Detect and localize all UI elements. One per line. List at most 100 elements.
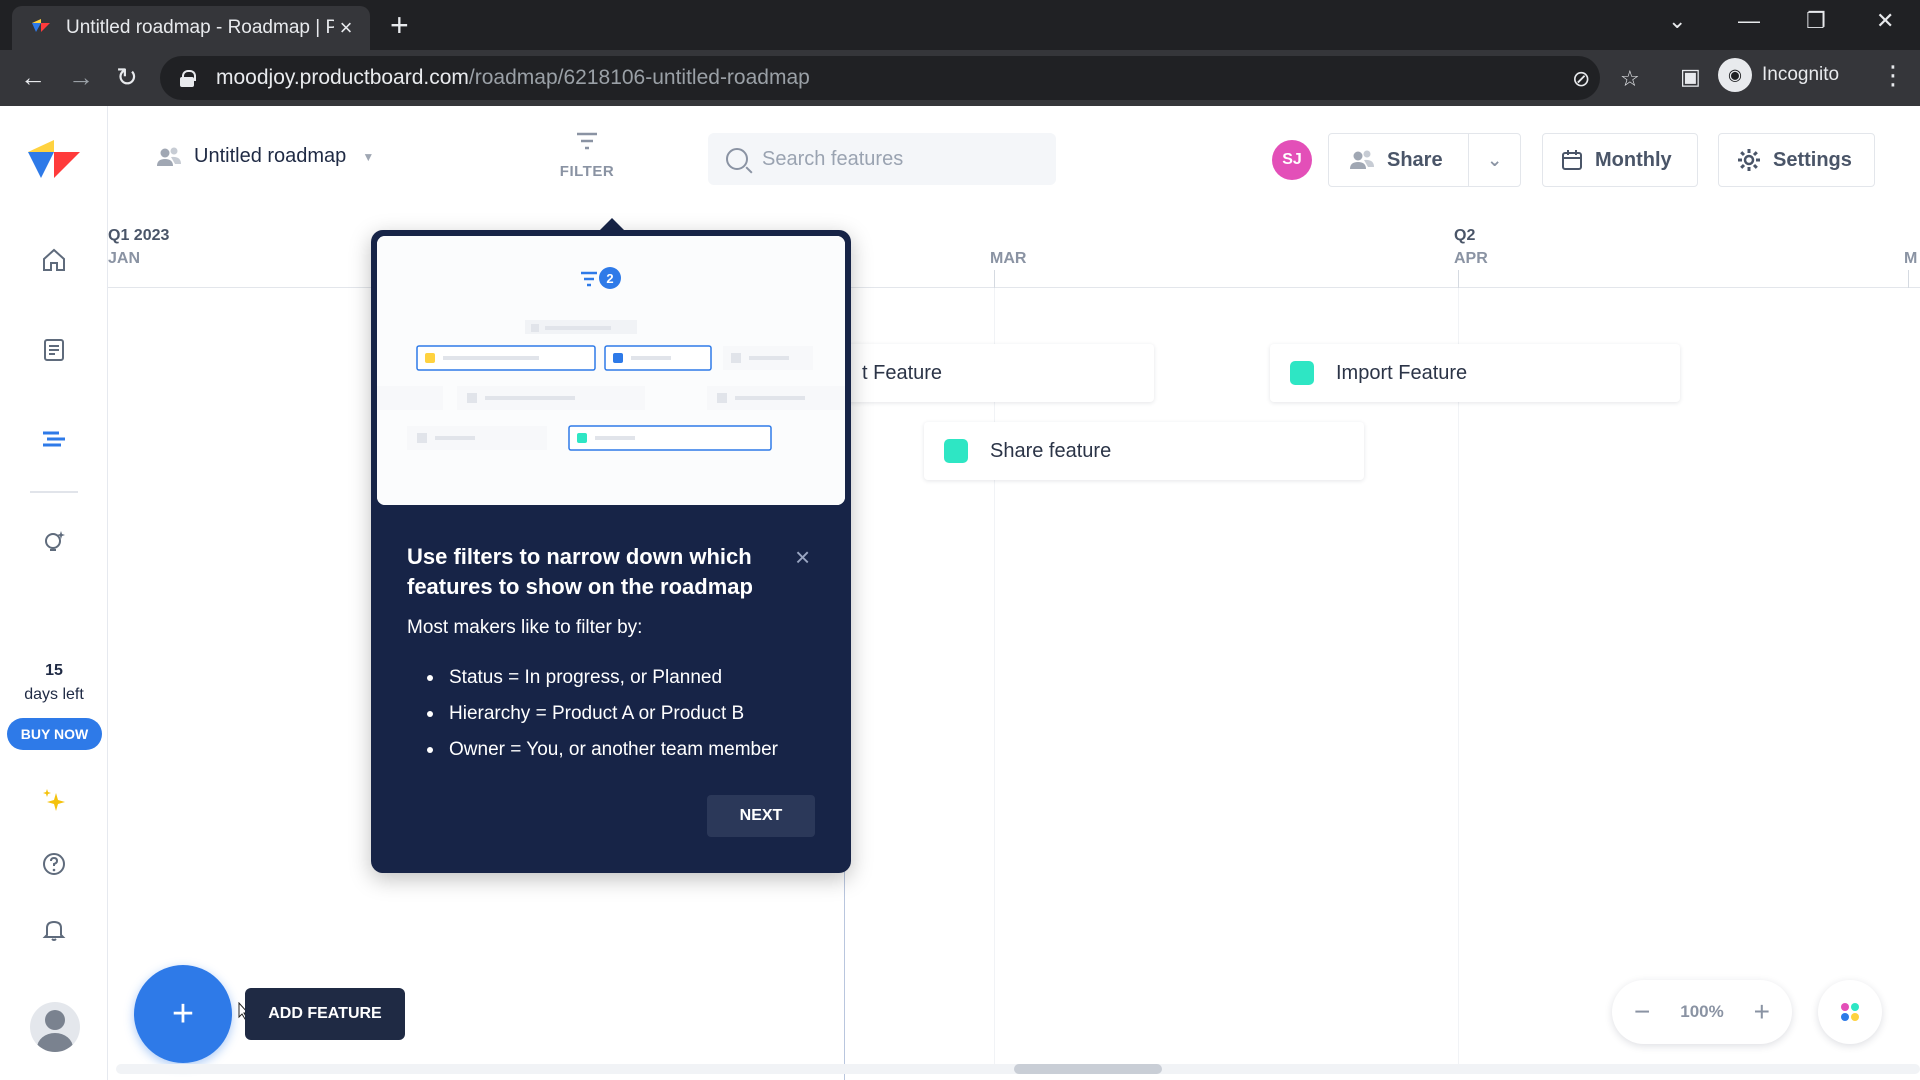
month-label: JAN <box>108 250 141 267</box>
feature-name: t Feature <box>862 361 943 384</box>
zoom-control: − 100% + <box>1612 980 1792 1044</box>
restore-icon[interactable]: ❐ <box>1806 8 1826 34</box>
month-gridline <box>994 288 995 1068</box>
close-window-icon[interactable]: ✕ <box>1876 8 1894 34</box>
share-options-chevron-icon[interactable]: ⌄ <box>1468 134 1520 186</box>
incognito-indicator[interactable]: ◉ Incognito <box>1718 58 1839 92</box>
sparkle-icon[interactable] <box>36 782 72 818</box>
settings-button[interactable]: Settings <box>1718 133 1875 187</box>
list-item: Owner = You, or another team member <box>407 732 778 768</box>
month-label: MAR <box>990 250 1027 267</box>
zoom-level: 100% <box>1680 1002 1724 1021</box>
popover-arrow <box>600 218 624 230</box>
gear-icon <box>1737 148 1761 172</box>
trial-status: 15 days left <box>0 662 108 704</box>
filter-illustration: 2 <box>377 236 845 505</box>
filter-onboarding-popover: 2 × Use filters to narrow down which fea… <box>371 230 851 873</box>
insights-bulb-icon[interactable] <box>36 524 72 560</box>
help-icon[interactable] <box>36 846 72 882</box>
notifications-bell-icon[interactable] <box>36 912 72 948</box>
url-host: moodjoy.productboard.com <box>216 66 469 89</box>
month-tick <box>994 270 995 288</box>
tab-search-icon[interactable]: ⌄ <box>1668 8 1686 34</box>
share-people-icon <box>1349 149 1375 171</box>
quarter-label: Q1 2023 <box>108 227 170 244</box>
share-label: Share <box>1387 148 1443 171</box>
next-button[interactable]: NEXT <box>707 795 815 837</box>
lock-icon <box>180 70 196 87</box>
share-button-group: Share ⌄ <box>1328 133 1521 187</box>
month-label: APR <box>1454 250 1488 267</box>
browser-tab-bar: Untitled roadmap - Roadmap | Pr × + ⌄ — … <box>0 0 1920 50</box>
popover-subtitle: Most makers like to filter by: <box>407 617 643 638</box>
tab-title: Untitled roadmap - Roadmap | Pr <box>66 17 334 38</box>
add-feature-button[interactable]: + <box>134 965 232 1063</box>
list-item: Status = In progress, or Planned <box>407 660 778 696</box>
filter-label: FILTER <box>559 163 615 180</box>
filter-count-badge: 2 <box>606 271 613 286</box>
apps-button[interactable] <box>1818 980 1882 1044</box>
calendar-icon <box>1561 149 1583 171</box>
back-icon[interactable]: ← <box>20 62 46 92</box>
home-icon[interactable] <box>36 242 72 278</box>
user-avatar[interactable] <box>30 1002 80 1052</box>
people-icon <box>157 147 181 166</box>
app-sidebar: 15 days left BUY NOW <box>0 106 108 1080</box>
apps-grid-icon <box>1841 1003 1859 1021</box>
search-icon <box>726 148 748 170</box>
quarter-label: Q2 <box>1454 227 1476 244</box>
browser-toolbar: ← → ↻ moodjoy.productboard.com /roadmap/… <box>0 50 1920 106</box>
feature-name: Import Feature <box>1336 361 1468 384</box>
collaborator-avatar[interactable]: SJ <box>1272 140 1312 180</box>
plus-icon: + <box>171 992 195 1035</box>
browser-tab[interactable]: Untitled roadmap - Roadmap | Pr × <box>12 6 370 50</box>
address-bar[interactable]: moodjoy.productboard.com /roadmap/621810… <box>160 56 1640 100</box>
buy-now-button[interactable]: BUY NOW <box>7 718 102 750</box>
zoom-in-icon[interactable]: + <box>1754 998 1770 1026</box>
month-tick <box>1908 270 1909 288</box>
forward-icon[interactable]: → <box>68 62 94 92</box>
notes-icon[interactable] <box>36 332 72 368</box>
feature-card[interactable]: Share feature <box>924 422 1364 480</box>
month-tick <box>1458 270 1459 288</box>
roadmap-icon[interactable] <box>36 421 72 457</box>
close-popover-icon[interactable]: × <box>795 544 810 570</box>
chevron-down-icon: ▼ <box>362 149 375 164</box>
new-tab-button[interactable]: + <box>390 8 409 42</box>
search-bar[interactable] <box>708 133 1056 185</box>
filter-button[interactable]: FILTER <box>554 130 620 180</box>
feature-card[interactable]: Import Feature <box>1270 344 1680 402</box>
eye-off-icon[interactable]: ⊘ <box>1572 66 1590 92</box>
month-gridline <box>1458 288 1459 1068</box>
filter-icon <box>577 132 597 150</box>
roadmap-selector[interactable]: Untitled roadmap ▼ <box>156 145 374 168</box>
feature-color-swatch <box>944 439 968 463</box>
popover-title: Use filters to narrow down which feature… <box>407 544 753 599</box>
minimize-icon[interactable]: — <box>1738 8 1760 34</box>
bookmark-star-icon[interactable]: ☆ <box>1620 66 1640 92</box>
feature-color-swatch <box>1290 361 1314 385</box>
productboard-favicon-icon <box>32 19 50 32</box>
reload-icon[interactable]: ↻ <box>116 62 138 92</box>
monthly-view-button[interactable]: Monthly <box>1542 133 1698 187</box>
list-item: Hierarchy = Product A or Product B <box>407 696 778 732</box>
roadmap-title: Untitled roadmap <box>194 145 347 167</box>
incognito-icon: ◉ <box>1718 58 1752 92</box>
popover-tip-list: Status = In progress, or Planned Hierarc… <box>407 660 778 768</box>
add-feature-tooltip: ADD FEATURE <box>245 988 405 1040</box>
search-input[interactable] <box>762 147 1042 171</box>
zoom-out-icon[interactable]: − <box>1634 998 1650 1026</box>
trial-label: days left <box>24 686 84 703</box>
incognito-label: Incognito <box>1762 64 1840 85</box>
browser-menu-icon[interactable]: ⋮ <box>1880 60 1906 91</box>
side-panel-icon[interactable]: ▣ <box>1680 62 1701 92</box>
trial-days: 15 <box>45 662 63 679</box>
feature-name: Share feature <box>990 439 1112 462</box>
settings-label: Settings <box>1773 148 1852 171</box>
share-button[interactable]: Share <box>1329 149 1468 172</box>
tab-close-icon[interactable]: × <box>334 15 358 41</box>
monthly-label: Monthly <box>1595 148 1672 171</box>
horizontal-scrollbar[interactable] <box>116 1064 1920 1074</box>
scrollbar-thumb[interactable] <box>1014 1064 1162 1074</box>
productboard-logo[interactable] <box>28 140 80 180</box>
